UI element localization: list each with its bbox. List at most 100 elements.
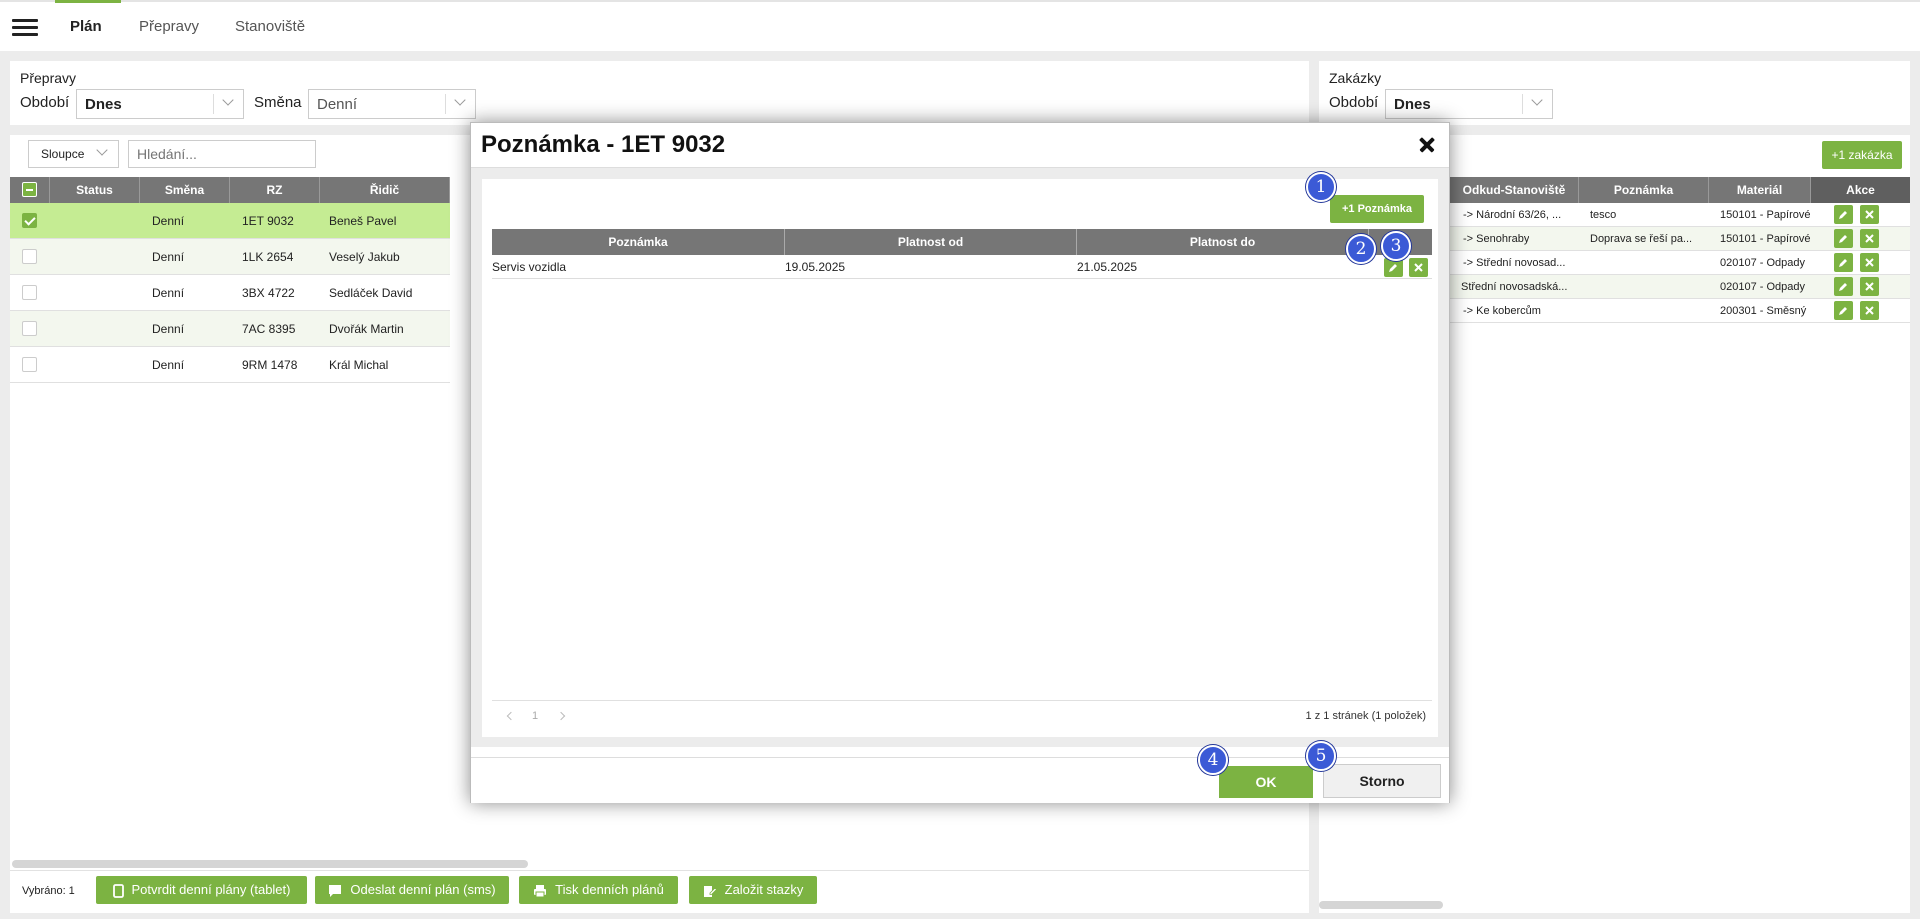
columns-button[interactable]: Sloupce [28, 140, 119, 168]
row-material: 150101 - Papírové [1720, 233, 1811, 245]
table-row[interactable]: Servis vozidla 19.05.2025 21.05.2025 [492, 255, 1432, 279]
row-material: 150101 - Papírové [1720, 209, 1811, 221]
delete-button[interactable] [1860, 301, 1879, 320]
table-row[interactable]: Střední novosadská... 020107 - Odpady [1450, 275, 1910, 299]
zakazky-filter-panel: Zakázky Období Dnes [1319, 61, 1910, 125]
page-number[interactable]: 1 [532, 710, 538, 722]
tab-plan[interactable]: Plán [70, 18, 102, 35]
period-label: Období [20, 94, 70, 111]
select-all-checkbox[interactable] [22, 182, 37, 197]
menu-icon[interactable] [12, 19, 38, 37]
row-material: 200301 - Směsný [1720, 305, 1807, 317]
add-zakazka-button[interactable]: +1 zakázka [1822, 141, 1902, 169]
cancel-button[interactable]: Storno [1323, 764, 1441, 798]
columns-button-label: Sloupce [41, 147, 85, 161]
header-shift[interactable]: Směna [140, 177, 230, 203]
period-select[interactable]: Dnes [76, 89, 244, 119]
table-row[interactable]: -> Ke kobercům 200301 - Směsný [1450, 299, 1910, 323]
delete-button[interactable] [1860, 277, 1879, 296]
table-row[interactable]: -> Střední novosad... 020107 - Odpady [1450, 251, 1910, 275]
row-checkbox[interactable] [22, 357, 37, 372]
shift-value: Denní [317, 96, 358, 113]
divider [10, 870, 1309, 871]
header-note[interactable]: Poznámka [492, 229, 785, 255]
row-shift: Denní [152, 358, 185, 372]
dialog-footer: OK Storno [471, 757, 1449, 803]
add-note-button[interactable]: +1 Poznámka [1330, 195, 1424, 223]
table-row[interactable]: Denní 3BX 4722 Sedláček David [10, 275, 450, 311]
create-stazky-label: Založit stazky [724, 882, 804, 897]
table-row[interactable]: Denní 1ET 9032 Beneš Pavel [10, 203, 450, 239]
chevron-right-icon[interactable] [556, 711, 566, 721]
delete-button[interactable] [1860, 205, 1879, 224]
search-input[interactable] [128, 140, 316, 168]
confirm-plans-label: Potvrdit denní plány (tablet) [131, 882, 291, 897]
header-material[interactable]: Materiál [1709, 177, 1811, 203]
delete-button[interactable] [1860, 229, 1879, 248]
pencil-icon [1839, 283, 1847, 291]
row-shift: Denní [152, 286, 185, 300]
header-from[interactable]: Odkud-Stanoviště [1450, 177, 1579, 203]
row-checkbox[interactable] [22, 285, 37, 300]
pencil-icon [1839, 235, 1847, 243]
row-checkbox[interactable] [22, 321, 37, 336]
row-valid-to: 21.05.2025 [1077, 260, 1138, 274]
tab-prepravy[interactable]: Přepravy [139, 18, 199, 35]
row-note: tesco [1590, 209, 1617, 221]
delete-button[interactable] [1860, 253, 1879, 272]
shift-select[interactable]: Denní [308, 89, 476, 119]
header-note[interactable]: Poznámka [1579, 177, 1709, 203]
row-driver: Král Michal [329, 358, 389, 372]
edit-button[interactable] [1834, 277, 1853, 296]
header-status[interactable]: Status [50, 177, 140, 203]
horizontal-scrollbar[interactable] [1319, 901, 1443, 909]
ok-button[interactable]: OK [1219, 766, 1313, 798]
period-label: Období [1329, 94, 1379, 111]
confirm-plans-button[interactable]: Potvrdit denní plány (tablet) [96, 876, 307, 904]
chevron-down-icon [1522, 94, 1552, 114]
pencil-icon [1839, 211, 1847, 219]
panel-title: Přepravy [20, 70, 77, 86]
row-checkbox[interactable] [22, 249, 37, 264]
create-stazky-button[interactable]: Založit stazky [689, 876, 817, 904]
period-value: Dnes [1394, 96, 1431, 113]
table-row[interactable]: Denní 7AC 8395 Dvořák Martin [10, 311, 450, 347]
chevron-left-icon[interactable] [506, 711, 516, 721]
edit-button[interactable] [1834, 253, 1853, 272]
pencil-icon [1389, 264, 1397, 272]
close-icon[interactable] [1415, 133, 1439, 157]
table-row[interactable]: Denní 1LK 2654 Veselý Jakub [10, 239, 450, 275]
edit-button[interactable] [1834, 301, 1853, 320]
pencil-icon [1839, 307, 1847, 315]
header-rz[interactable]: RZ [230, 177, 320, 203]
row-rz: 3BX 4722 [242, 286, 295, 300]
row-rz: 7AC 8395 [242, 322, 296, 336]
row-rz: 1LK 2654 [242, 250, 294, 264]
dialog-body: +1 Poznámka Poznámka Platnost od Platnos… [471, 167, 1449, 747]
row-shift: Denní [152, 322, 185, 336]
row-driver: Sedláček David [329, 286, 413, 300]
row-valid-from: 19.05.2025 [785, 260, 846, 274]
table-row[interactable]: Denní 9RM 1478 Král Michal [10, 347, 450, 383]
header-valid-to[interactable]: Platnost do [1077, 229, 1369, 255]
step-badge: 4 [1198, 745, 1228, 775]
row-driver: Dvořák Martin [329, 322, 404, 336]
send-sms-button[interactable]: Odeslat denní plán (sms) [315, 876, 509, 904]
period-select[interactable]: Dnes [1385, 89, 1553, 119]
edit-button[interactable] [1834, 205, 1853, 224]
message-icon [329, 884, 342, 897]
print-plans-button[interactable]: Tisk denních plánů [519, 876, 678, 904]
table-row[interactable]: -> Národní 63/26, ... tesco 150101 - Pap… [1450, 203, 1910, 227]
pencil-icon [1839, 259, 1847, 267]
header-valid-from[interactable]: Platnost od [785, 229, 1077, 255]
header-driver[interactable]: Řidič [320, 177, 450, 203]
close-icon [1865, 306, 1874, 315]
table-row[interactable]: -> Senohraby Doprava se řeší pa... 15010… [1450, 227, 1910, 251]
row-checkbox[interactable] [22, 213, 37, 228]
edit-document-icon [703, 885, 717, 897]
delete-button[interactable] [1409, 258, 1428, 277]
tab-stanoviste[interactable]: Stanoviště [235, 18, 305, 35]
edit-button[interactable] [1834, 229, 1853, 248]
horizontal-scrollbar[interactable] [12, 860, 528, 868]
row-shift: Denní [152, 214, 185, 228]
